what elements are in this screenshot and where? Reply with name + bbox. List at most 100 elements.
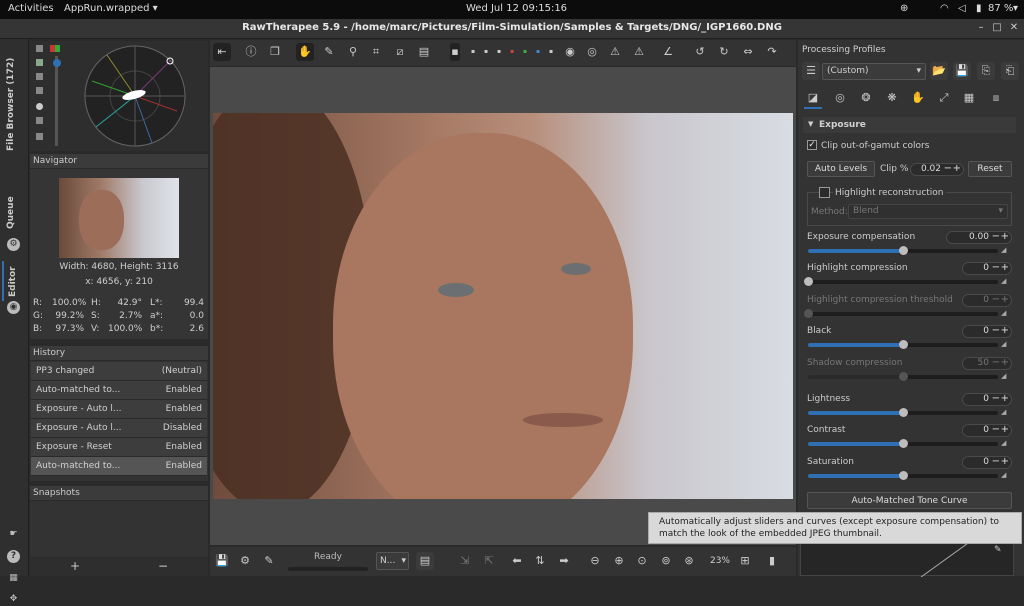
paste-profile-clipboard-icon[interactable]: ⎗ bbox=[1001, 62, 1019, 80]
flip-horizontal-icon[interactable]: ⇔ bbox=[739, 43, 757, 61]
increment-icon[interactable]: + bbox=[1001, 262, 1009, 273]
tab-metadata-icon[interactable]: ▥ bbox=[987, 89, 1005, 107]
history-row[interactable]: PP3 changed (Neutral) bbox=[31, 362, 207, 381]
profile-icon[interactable]: ▤ bbox=[416, 552, 434, 570]
scope-option2-icon[interactable] bbox=[36, 133, 43, 140]
white-balance-picker-icon[interactable]: ✎ bbox=[320, 43, 338, 61]
increment-icon[interactable]: + bbox=[1001, 357, 1009, 368]
profile-select[interactable]: (Custom) ▾ bbox=[822, 63, 926, 80]
clip-gamut-checkbox[interactable]: ✓ bbox=[807, 140, 817, 150]
angle-icon[interactable]: ∠ bbox=[659, 43, 677, 61]
image-canvas[interactable] bbox=[210, 67, 796, 545]
curve-editor-preview[interactable]: ✎ bbox=[800, 540, 1014, 577]
slider-reset-icon[interactable]: ◢ bbox=[1001, 471, 1006, 479]
snapshots-list[interactable] bbox=[30, 501, 208, 557]
slider-spinner[interactable]: 0− + bbox=[962, 325, 1012, 338]
next-image-icon[interactable]: ➡ bbox=[555, 552, 573, 570]
preview-mode-select[interactable]: N... ▾ bbox=[376, 552, 409, 570]
highlight-reconstruction-checkbox[interactable] bbox=[819, 187, 830, 198]
scope-brightness-knob[interactable] bbox=[53, 59, 61, 67]
photo-preview[interactable] bbox=[213, 113, 793, 499]
clock[interactable]: Wed Jul 12 09:15:16 bbox=[466, 3, 567, 14]
highlight-clip-warning-icon[interactable]: ⚠ bbox=[630, 43, 648, 61]
snapshots-header[interactable]: Snapshots bbox=[30, 486, 208, 500]
hand-pointer-icon[interactable]: ☛ bbox=[7, 528, 20, 541]
slider-reset-icon[interactable]: ◢ bbox=[1001, 309, 1006, 317]
tab-queue[interactable]: Queue bbox=[2, 164, 26, 234]
tab-raw-icon[interactable]: ▦ bbox=[960, 89, 978, 107]
grid-icon[interactable]: ▦ bbox=[7, 572, 20, 585]
hand-tool-icon[interactable]: ✋ bbox=[296, 43, 314, 61]
slider-spinner[interactable]: 0− + bbox=[962, 424, 1012, 437]
zoom-in-icon[interactable]: ⊕ bbox=[610, 552, 628, 570]
history-row[interactable]: Auto-matched to... Enabled bbox=[31, 381, 207, 400]
increment-icon[interactable]: + bbox=[1001, 231, 1009, 242]
soft-proof-icon[interactable]: ◎ bbox=[583, 43, 601, 61]
slider-reset-icon[interactable]: ◢ bbox=[1001, 246, 1006, 254]
battery-icon[interactable]: ▮ bbox=[976, 3, 982, 14]
scope-waveform-icon[interactable] bbox=[36, 45, 43, 52]
preview-lum-icon[interactable]: ▪ bbox=[542, 43, 560, 61]
queue-add-icon[interactable]: ⚙ bbox=[236, 552, 254, 570]
info-icon[interactable]: ⓘ bbox=[242, 43, 260, 61]
slider-reset-icon[interactable]: ◢ bbox=[1001, 439, 1006, 447]
decrement-icon[interactable]: − bbox=[992, 262, 1000, 273]
history-header[interactable]: History bbox=[30, 346, 208, 360]
slider-spinner[interactable]: 0− + bbox=[962, 262, 1012, 275]
previous-image-icon[interactable]: ⬅ bbox=[508, 552, 526, 570]
decrement-icon[interactable]: − bbox=[992, 393, 1000, 404]
zoom-100-icon[interactable]: ⊙ bbox=[633, 552, 651, 570]
slider-knob[interactable] bbox=[804, 277, 813, 286]
slider-knob[interactable] bbox=[804, 309, 813, 318]
focus-mask-icon[interactable]: ◉ bbox=[561, 43, 579, 61]
decrement-icon[interactable]: − bbox=[992, 325, 1000, 336]
tab-transform-icon[interactable]: ⤢ bbox=[935, 89, 953, 107]
history-row[interactable]: Exposure - Auto l... Disabled bbox=[31, 419, 207, 438]
decrement-icon[interactable]: − bbox=[944, 163, 952, 174]
hide-left-panel-icon[interactable]: ⇤ bbox=[213, 43, 231, 61]
tab-editor[interactable]: Editor bbox=[2, 261, 28, 301]
accessibility-icon[interactable]: ⊕ bbox=[900, 3, 908, 14]
slider-track[interactable]: ◢ bbox=[808, 340, 1006, 349]
increment-icon[interactable]: + bbox=[953, 163, 961, 174]
scope-brightness-slider[interactable] bbox=[55, 56, 58, 146]
scope-option-icon[interactable] bbox=[36, 117, 43, 124]
tab-locallab-icon[interactable]: ✋ bbox=[909, 89, 927, 107]
close-icon[interactable]: ✕ bbox=[1008, 22, 1020, 34]
slider-spinner[interactable]: 0.00− + bbox=[946, 231, 1012, 244]
slider-knob[interactable] bbox=[899, 439, 908, 448]
increment-icon[interactable]: + bbox=[1001, 294, 1009, 305]
perspective-icon[interactable]: ▤ bbox=[415, 43, 433, 61]
slider-track[interactable]: ◢ bbox=[804, 277, 1006, 286]
history-row[interactable]: Exposure - Auto l... Enabled bbox=[31, 400, 207, 419]
maximize-icon[interactable]: □ bbox=[991, 22, 1003, 34]
save-profile-icon[interactable]: 💾 bbox=[953, 62, 971, 80]
external-editor-icon[interactable]: ✎ bbox=[260, 552, 278, 570]
system-menu-icon[interactable]: ▾ bbox=[1013, 3, 1018, 14]
slider-track[interactable]: ◢ bbox=[808, 439, 1006, 448]
increment-icon[interactable]: + bbox=[1001, 424, 1009, 435]
slider-reset-icon[interactable]: ◢ bbox=[1001, 408, 1006, 416]
help-icon[interactable]: ? bbox=[7, 550, 20, 563]
open-profile-icon[interactable]: 📂 bbox=[930, 62, 948, 80]
slider-knob[interactable] bbox=[899, 408, 908, 417]
slider-knob[interactable] bbox=[899, 471, 908, 480]
slider-reset-icon[interactable]: ◢ bbox=[1001, 277, 1006, 285]
navigator-header[interactable]: Navigator bbox=[30, 154, 208, 168]
shadow-clip-warning-icon[interactable]: ⚠ bbox=[606, 43, 624, 61]
slider-knob[interactable] bbox=[899, 246, 908, 255]
new-detail-window-icon[interactable]: ⊞ bbox=[736, 552, 754, 570]
scope-histogram-icon[interactable] bbox=[36, 59, 43, 66]
slider-track[interactable]: ◢ bbox=[808, 246, 1006, 255]
move-icon[interactable]: ✥ bbox=[7, 593, 20, 606]
save-image-icon[interactable]: 💾 bbox=[213, 552, 231, 570]
slider-track[interactable]: ◢ bbox=[804, 309, 1006, 318]
increment-icon[interactable]: + bbox=[1001, 393, 1009, 404]
hide-right-panel-icon[interactable]: ▮ bbox=[763, 552, 781, 570]
decrement-icon[interactable]: − bbox=[992, 357, 1000, 368]
flip-vertical-icon[interactable]: ↷ bbox=[763, 43, 781, 61]
activities-button[interactable]: Activities bbox=[8, 3, 54, 14]
scope-vector-icon[interactable] bbox=[36, 103, 43, 110]
history-row[interactable]: Auto-matched to... Enabled bbox=[31, 457, 207, 476]
slider-spinner[interactable]: 0− + bbox=[962, 456, 1012, 469]
